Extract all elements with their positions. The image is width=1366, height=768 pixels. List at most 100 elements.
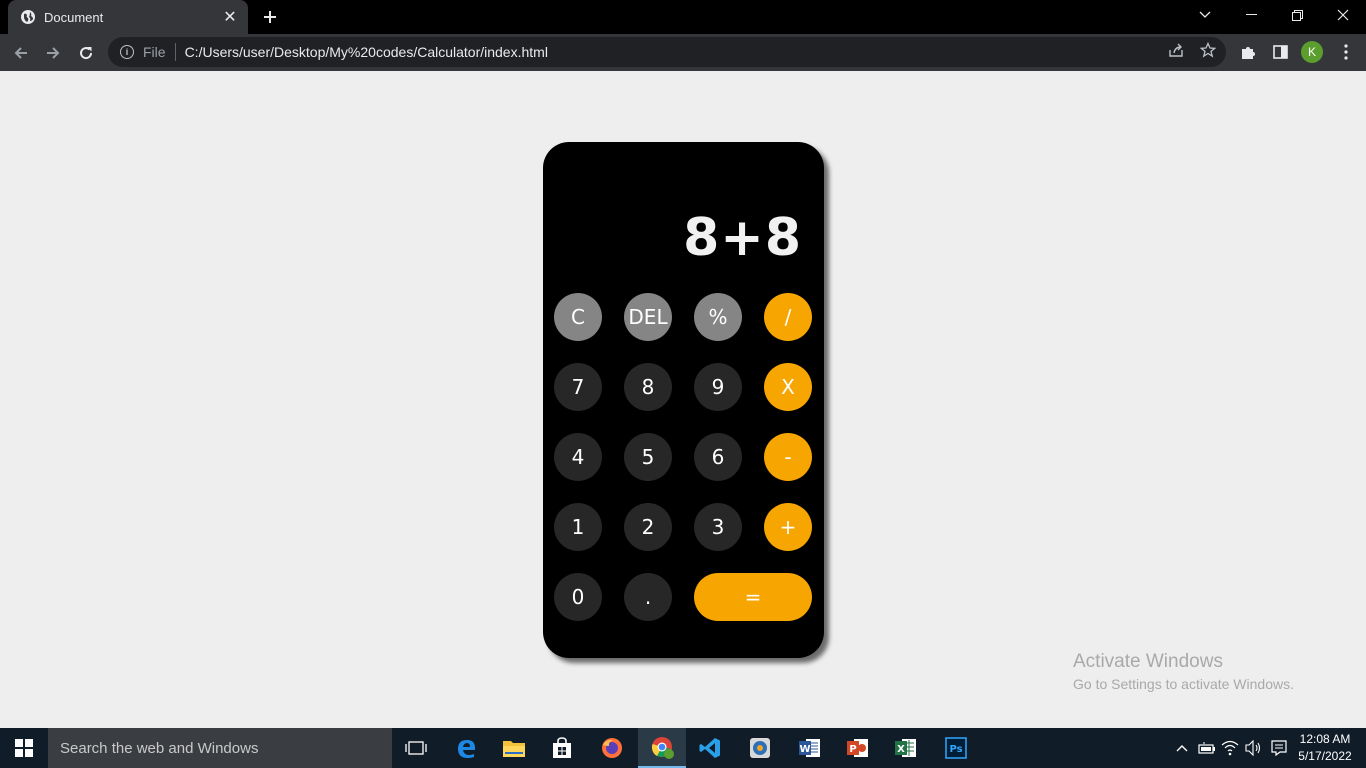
start-button[interactable] xyxy=(0,728,48,768)
windows-taskbar: Search the web and Windows W P X Ps 12:0… xyxy=(0,728,1366,768)
key-subtract[interactable]: - xyxy=(764,433,812,481)
folder-icon xyxy=(503,741,525,757)
key-1[interactable]: 1 xyxy=(554,503,602,551)
address-bar[interactable]: i File C:/Users/user/Desktop/My%20codes/… xyxy=(108,37,1226,67)
taskbar-powerpoint[interactable]: P xyxy=(834,728,882,768)
excel-icon: X xyxy=(895,739,916,757)
tray-volume[interactable] xyxy=(1244,728,1264,768)
tab-title: Document xyxy=(44,9,104,25)
plus-icon xyxy=(264,11,276,23)
key-delete[interactable]: DEL xyxy=(624,293,672,341)
minimize-button[interactable] xyxy=(1228,0,1274,30)
key-clear[interactable]: C xyxy=(554,293,602,341)
tab-close-icon[interactable]: ✕ xyxy=(222,9,238,26)
close-icon xyxy=(1337,9,1349,21)
puzzle-icon xyxy=(1242,47,1255,59)
profile-avatar[interactable]: K xyxy=(1301,41,1323,63)
browser-tab-bar: Document ✕ xyxy=(0,0,1366,34)
menu-button[interactable] xyxy=(1336,42,1356,62)
tray-battery[interactable] xyxy=(1196,728,1218,768)
key-0[interactable]: 0 xyxy=(554,573,602,621)
key-percent[interactable]: % xyxy=(694,293,742,341)
taskbar-photoshop[interactable]: Ps xyxy=(932,728,980,768)
taskbar-clock[interactable]: 12:08 AM 5/17/2022 xyxy=(1294,731,1356,765)
kebab-menu-icon xyxy=(1344,44,1348,60)
close-window-button[interactable] xyxy=(1320,0,1366,30)
vscode-icon xyxy=(699,738,720,758)
info-icon[interactable]: i xyxy=(120,45,134,59)
key-4[interactable]: 4 xyxy=(554,433,602,481)
new-tab-button[interactable] xyxy=(258,5,282,29)
url-scheme-label: File xyxy=(143,44,166,60)
word-icon: W xyxy=(799,739,820,757)
photoshop-icon: Ps xyxy=(945,737,967,759)
key-2[interactable]: 2 xyxy=(624,503,672,551)
task-view-button[interactable] xyxy=(392,728,440,768)
share-icon xyxy=(1169,43,1183,57)
tray-action-center[interactable] xyxy=(1268,728,1290,768)
key-6[interactable]: 6 xyxy=(694,433,742,481)
taskbar-search-box[interactable]: Search the web and Windows xyxy=(48,728,392,768)
key-3[interactable]: 3 xyxy=(694,503,742,551)
activate-windows-watermark: Activate Windows Go to Settings to activ… xyxy=(1073,651,1294,692)
svg-text:P: P xyxy=(849,744,856,755)
key-5[interactable]: 5 xyxy=(624,433,672,481)
tab-search-button[interactable] xyxy=(1182,0,1228,30)
arrow-left-icon xyxy=(14,47,27,59)
browser-toolbar: i File C:/Users/user/Desktop/My%20codes/… xyxy=(0,34,1366,71)
svg-text:Ps: Ps xyxy=(949,744,962,755)
task-view-icon xyxy=(405,741,427,755)
taskbar-media-app[interactable] xyxy=(736,728,784,768)
globe-icon xyxy=(21,10,35,24)
battery-icon xyxy=(1198,742,1215,754)
share-button[interactable] xyxy=(1167,41,1185,59)
taskbar-vscode[interactable] xyxy=(686,728,734,768)
back-button[interactable] xyxy=(8,40,34,66)
firefox-icon xyxy=(602,738,622,758)
key-9[interactable]: 9 xyxy=(694,363,742,411)
media-player-icon xyxy=(750,738,770,758)
windows-logo-icon xyxy=(15,739,33,757)
calculator: 8+8 C DEL % / 7 8 9 X 4 5 6 - 1 2 3 + 0 … xyxy=(543,142,824,658)
bookmark-button[interactable] xyxy=(1199,41,1217,59)
chevron-up-icon xyxy=(1176,745,1188,752)
taskbar-excel[interactable]: X xyxy=(882,728,930,768)
arrow-right-icon xyxy=(47,47,60,59)
svg-text:X: X xyxy=(897,744,905,755)
taskbar-store[interactable] xyxy=(538,728,586,768)
powerpoint-icon: P xyxy=(847,739,868,757)
minimize-icon xyxy=(1245,14,1257,15)
key-7[interactable]: 7 xyxy=(554,363,602,411)
restore-icon xyxy=(1291,9,1303,21)
side-panel-icon xyxy=(1272,45,1288,59)
side-panel-button[interactable] xyxy=(1270,42,1290,62)
taskbar-edge[interactable] xyxy=(442,728,490,768)
taskbar-firefox[interactable] xyxy=(588,728,636,768)
key-add[interactable]: + xyxy=(764,503,812,551)
extensions-button[interactable] xyxy=(1238,42,1258,62)
reload-button[interactable] xyxy=(73,40,99,66)
notification-icon xyxy=(1271,740,1287,756)
key-8[interactable]: 8 xyxy=(624,363,672,411)
key-equals[interactable]: = xyxy=(694,573,812,621)
taskbar-file-explorer[interactable] xyxy=(490,728,538,768)
key-divide[interactable]: / xyxy=(764,293,812,341)
url-text[interactable]: C:/Users/user/Desktop/My%20codes/Calcula… xyxy=(185,44,548,60)
clock-time: 12:08 AM xyxy=(1299,732,1351,746)
chevron-down-icon xyxy=(1199,11,1211,18)
watermark-subtitle: Go to Settings to activate Windows. xyxy=(1073,676,1294,692)
store-bag-icon xyxy=(553,737,571,758)
key-decimal[interactable]: . xyxy=(624,573,672,621)
taskbar-chrome[interactable] xyxy=(638,728,686,768)
taskbar-word[interactable]: W xyxy=(786,728,834,768)
tray-network[interactable] xyxy=(1220,728,1240,768)
key-multiply[interactable]: X xyxy=(764,363,812,411)
omnibox-divider xyxy=(174,43,176,61)
restore-button[interactable] xyxy=(1274,0,1320,30)
forward-button[interactable] xyxy=(40,40,66,66)
star-icon xyxy=(1200,42,1216,58)
reload-icon xyxy=(80,47,93,60)
tab-document[interactable]: Document ✕ xyxy=(8,0,248,34)
tray-overflow-button[interactable] xyxy=(1174,728,1190,768)
watermark-title: Activate Windows xyxy=(1073,651,1223,672)
